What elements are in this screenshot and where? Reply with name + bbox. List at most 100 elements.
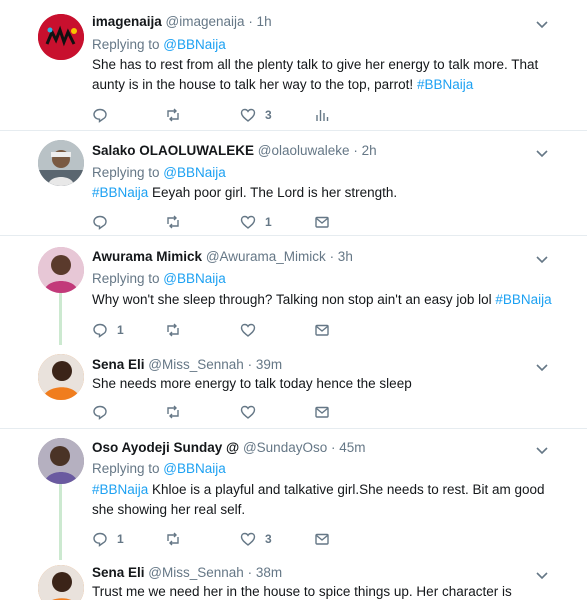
replying-to-link[interactable]: @BBNaija xyxy=(163,165,225,180)
avatar[interactable] xyxy=(38,565,84,600)
like-button[interactable] xyxy=(240,403,256,421)
display-name[interactable]: imagenaija xyxy=(92,14,162,29)
handle[interactable]: @SundayOso xyxy=(243,440,327,455)
like-button[interactable]: 3 xyxy=(240,530,272,548)
profile-photo-icon xyxy=(38,140,84,186)
avatar[interactable] xyxy=(38,14,84,60)
like-icon xyxy=(240,532,256,546)
reply-count: 1 xyxy=(117,323,124,337)
reply-icon xyxy=(93,323,107,338)
profile-photo-icon xyxy=(38,438,84,484)
reply-icon xyxy=(93,405,107,420)
retweet-icon xyxy=(167,405,179,419)
message-button[interactable] xyxy=(314,321,330,339)
replying-prefix: Replying to xyxy=(92,37,164,52)
chevron-down-icon[interactable] xyxy=(534,359,550,375)
profile-photo-icon xyxy=(38,354,84,400)
handle[interactable]: @Awurama_Mimick xyxy=(206,249,326,264)
message-button[interactable] xyxy=(314,403,330,421)
like-button[interactable]: 3 xyxy=(240,106,272,124)
timestamp[interactable]: · 3h xyxy=(330,249,353,264)
tweet-header: Sena Eli @Miss_Sennah · 38m xyxy=(92,565,282,580)
like-icon xyxy=(240,108,256,122)
tweet[interactable]: Salako OLAOLUWALEKE @olaoluwaleke · 2h R… xyxy=(0,131,587,235)
message-icon xyxy=(315,324,329,336)
hashtag-link[interactable]: #BBNaija xyxy=(92,482,148,497)
tweet[interactable]: Oso Ayodeji Sunday @ @SundayOso · 45m Re… xyxy=(0,429,587,551)
timestamp[interactable]: · 2h xyxy=(353,143,376,158)
tweet-actions xyxy=(92,403,392,421)
avatar[interactable] xyxy=(38,354,84,400)
analytics-icon xyxy=(316,110,329,121)
timestamp[interactable]: · 45m xyxy=(331,440,366,455)
chevron-down-icon[interactable] xyxy=(534,442,550,458)
display-name[interactable]: Oso Ayodeji Sunday @ xyxy=(92,440,239,455)
chevron-down-icon[interactable] xyxy=(534,567,550,583)
avatar[interactable] xyxy=(38,438,84,484)
retweet-button[interactable] xyxy=(165,403,181,421)
display-name[interactable]: Salako OLAOLUWALEKE xyxy=(92,143,254,158)
tweet[interactable]: Sena Eli @Miss_Sennah · 38m Trust me we … xyxy=(0,551,587,600)
tweet-actions: 1 3 xyxy=(92,530,392,548)
display-name[interactable]: Awurama Mimick xyxy=(92,249,202,264)
reply-button[interactable]: 1 xyxy=(92,530,124,548)
retweet-button[interactable] xyxy=(165,213,181,231)
tweet-text: She needs more energy to talk today henc… xyxy=(92,374,562,394)
tweet-actions: 1 xyxy=(92,213,392,231)
reply-button[interactable]: 1 xyxy=(92,321,124,339)
chevron-down-icon[interactable] xyxy=(534,251,550,267)
chevron-down-icon[interactable] xyxy=(534,145,550,161)
message-button[interactable] xyxy=(314,530,330,548)
retweet-icon xyxy=(167,532,179,546)
tweet-text-content: Khloe is a playful and talkative girl.Sh… xyxy=(92,482,545,517)
message-icon xyxy=(315,533,329,545)
reply-button[interactable] xyxy=(92,106,108,124)
replying-to-link[interactable]: @BBNaija xyxy=(163,271,225,286)
like-icon xyxy=(240,215,256,229)
tweet-actions: 3 xyxy=(92,106,392,124)
handle[interactable]: @Miss_Sennah xyxy=(148,357,244,372)
retweet-button[interactable] xyxy=(165,321,181,339)
reply-button[interactable] xyxy=(92,213,108,231)
replying-to: Replying to @BBNaija xyxy=(92,271,226,286)
avatar[interactable] xyxy=(38,140,84,186)
like-button[interactable] xyxy=(240,321,256,339)
replying-to: Replying to @BBNaija xyxy=(92,461,226,476)
display-name[interactable]: Sena Eli xyxy=(92,357,145,372)
retweet-button[interactable] xyxy=(165,106,181,124)
handle[interactable]: @olaoluwaleke xyxy=(258,143,350,158)
avatar[interactable] xyxy=(38,247,84,293)
like-button[interactable]: 1 xyxy=(240,213,272,231)
chevron-down-icon[interactable] xyxy=(534,16,550,32)
hashtag-link[interactable]: #BBNaija xyxy=(495,292,551,307)
replying-to: Replying to @BBNaija xyxy=(92,165,226,180)
display-name[interactable]: Sena Eli xyxy=(92,565,145,580)
message-icon xyxy=(315,406,329,418)
like-count: 3 xyxy=(265,108,272,122)
imagenaija-logo-icon xyxy=(38,14,84,60)
handle[interactable]: @Miss_Sennah xyxy=(148,565,244,580)
tweet-text: #BBNaija Eeyah poor girl. The Lord is he… xyxy=(92,183,562,203)
hashtag-link[interactable]: #BBNaija xyxy=(92,185,148,200)
reply-button[interactable] xyxy=(92,403,108,421)
timestamp[interactable]: · 39m xyxy=(248,357,283,372)
tweet-text: Why won't she sleep through? Talking non… xyxy=(92,290,562,310)
profile-photo-icon xyxy=(38,247,84,293)
timestamp[interactable]: · 1h xyxy=(248,14,271,29)
tweet[interactable]: Sena Eli @Miss_Sennah · 39m She needs mo… xyxy=(0,342,587,428)
retweet-button[interactable] xyxy=(165,530,181,548)
message-button[interactable] xyxy=(314,213,330,231)
tweet-text-content: She needs more energy to talk today henc… xyxy=(92,376,412,391)
hashtag-link[interactable]: #BBNaija xyxy=(417,77,473,92)
tweet[interactable]: imagenaija @imagenaija · 1h Replying to … xyxy=(0,0,587,130)
analytics-button[interactable] xyxy=(314,106,330,124)
replying-to-link[interactable]: @BBNaija xyxy=(163,37,225,52)
timestamp[interactable]: · 38m xyxy=(248,565,283,580)
tweet[interactable]: Awurama Mimick @Awurama_Mimick · 3h Repl… xyxy=(0,236,587,342)
tweet-header: Oso Ayodeji Sunday @ @SundayOso · 45m xyxy=(92,440,366,455)
tweet-header: imagenaija @imagenaija · 1h xyxy=(92,14,272,29)
retweet-icon xyxy=(167,215,179,229)
handle[interactable]: @imagenaija xyxy=(166,14,245,29)
like-icon xyxy=(240,323,256,337)
replying-to-link[interactable]: @BBNaija xyxy=(163,461,225,476)
